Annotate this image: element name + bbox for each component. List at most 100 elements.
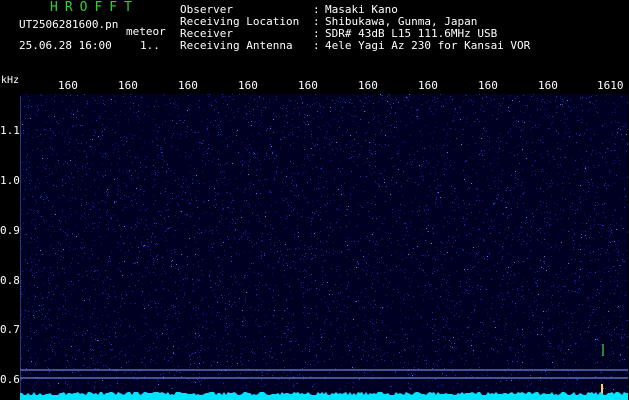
- noise-pixel: [84, 94, 85, 95]
- noise-pixel: [618, 255, 619, 256]
- noise-pixel: [134, 356, 135, 357]
- noise-pixel: [201, 270, 202, 271]
- noise-pixel: [375, 304, 376, 305]
- noise-pixel: [276, 156, 277, 157]
- noise-pixel: [36, 362, 37, 363]
- noise-pixel: [65, 216, 66, 217]
- noise-pixel: [176, 298, 177, 299]
- noise-pixel: [276, 237, 277, 238]
- noise-pixel: [329, 311, 330, 312]
- noise-pixel: [337, 209, 338, 210]
- noise-pixel: [535, 170, 536, 171]
- noise-pixel: [281, 344, 282, 345]
- noise-pixel: [45, 168, 46, 169]
- noise-pixel: [242, 160, 243, 161]
- noise-pixel: [493, 349, 494, 350]
- noise-pixel: [127, 152, 128, 153]
- noise-pixel: [161, 149, 162, 150]
- noise-pixel: [353, 161, 354, 162]
- noise-pixel: [224, 177, 225, 178]
- noise-pixel: [393, 216, 394, 217]
- noise-pixel: [145, 210, 146, 211]
- noise-pixel: [258, 133, 259, 134]
- noise-pixel: [575, 213, 576, 214]
- noise-pixel: [48, 310, 49, 311]
- noise-pixel: [510, 275, 511, 276]
- noise-pixel: [194, 290, 195, 291]
- noise-pixel: [574, 234, 575, 235]
- noise-pixel: [512, 361, 513, 362]
- noise-pixel: [393, 342, 394, 343]
- noise-pixel: [75, 248, 76, 249]
- noise-pixel: [201, 274, 202, 275]
- noise-pixel: [425, 285, 426, 286]
- noise-pixel: [153, 195, 154, 196]
- noise-pixel: [42, 325, 43, 326]
- noise-pixel: [86, 298, 87, 299]
- noise-pixel: [291, 341, 292, 342]
- noise-pixel: [131, 227, 132, 228]
- noise-pixel: [110, 385, 111, 386]
- noise-pixel: [171, 250, 172, 251]
- noise-pixel: [453, 300, 454, 301]
- noise-pixel: [385, 325, 386, 326]
- noise-pixel: [333, 242, 334, 243]
- noise-pixel: [396, 127, 397, 128]
- noise-pixel: [157, 139, 158, 140]
- noise-pixel: [406, 244, 407, 245]
- noise-pixel: [572, 322, 573, 323]
- noise-pixel: [342, 107, 343, 108]
- noise-pixel: [397, 334, 398, 335]
- noise-pixel: [586, 199, 587, 200]
- noise-pixel: [423, 94, 424, 95]
- noise-pixel: [115, 296, 116, 297]
- noise-pixel: [623, 228, 624, 229]
- noise-pixel: [464, 364, 465, 365]
- noise-pixel: [328, 235, 329, 236]
- noise-pixel: [48, 278, 49, 279]
- noise-pixel: [63, 195, 64, 196]
- noise-pixel: [109, 336, 110, 337]
- noise-pixel: [22, 162, 23, 163]
- noise-pixel: [338, 293, 339, 294]
- noise-pixel: [478, 285, 479, 286]
- noise-pixel: [253, 263, 254, 264]
- noise-pixel: [69, 150, 70, 151]
- noise-pixel: [75, 198, 76, 199]
- noise-pixel: [423, 255, 424, 256]
- noise-pixel: [594, 208, 595, 209]
- noise-pixel: [148, 116, 149, 117]
- noise-pixel: [258, 305, 259, 306]
- noise-pixel: [603, 268, 604, 269]
- noise-pixel: [159, 127, 160, 128]
- noise-pixel: [518, 293, 519, 294]
- noise-pixel: [467, 340, 468, 341]
- noise-pixel: [120, 271, 121, 272]
- noise-pixel: [216, 226, 217, 227]
- noise-pixel: [529, 306, 530, 307]
- noise-pixel: [51, 341, 52, 342]
- noise-pixel: [303, 376, 304, 377]
- noise-pixel: [287, 216, 288, 217]
- noise-pixel: [338, 168, 339, 169]
- noise-pixel: [546, 374, 547, 375]
- noise-pixel: [353, 121, 354, 122]
- noise-pixel: [625, 241, 626, 242]
- noise-pixel: [478, 274, 479, 275]
- noise-pixel: [239, 239, 240, 240]
- noise-pixel: [26, 368, 27, 369]
- noise-pixel: [596, 309, 597, 310]
- noise-pixel: [398, 292, 399, 293]
- noise-pixel: [156, 243, 157, 244]
- noise-pixel: [595, 259, 596, 260]
- noise-pixel: [189, 114, 190, 115]
- noise-pixel: [150, 329, 151, 330]
- noise-pixel: [195, 242, 196, 243]
- noise-pixel: [471, 375, 472, 376]
- noise-pixel: [468, 327, 469, 328]
- noise-pixel: [251, 125, 252, 126]
- noise-pixel: [494, 106, 495, 107]
- noise-pixel: [515, 306, 516, 307]
- noise-pixel: [241, 217, 242, 218]
- noise-pixel: [206, 321, 207, 322]
